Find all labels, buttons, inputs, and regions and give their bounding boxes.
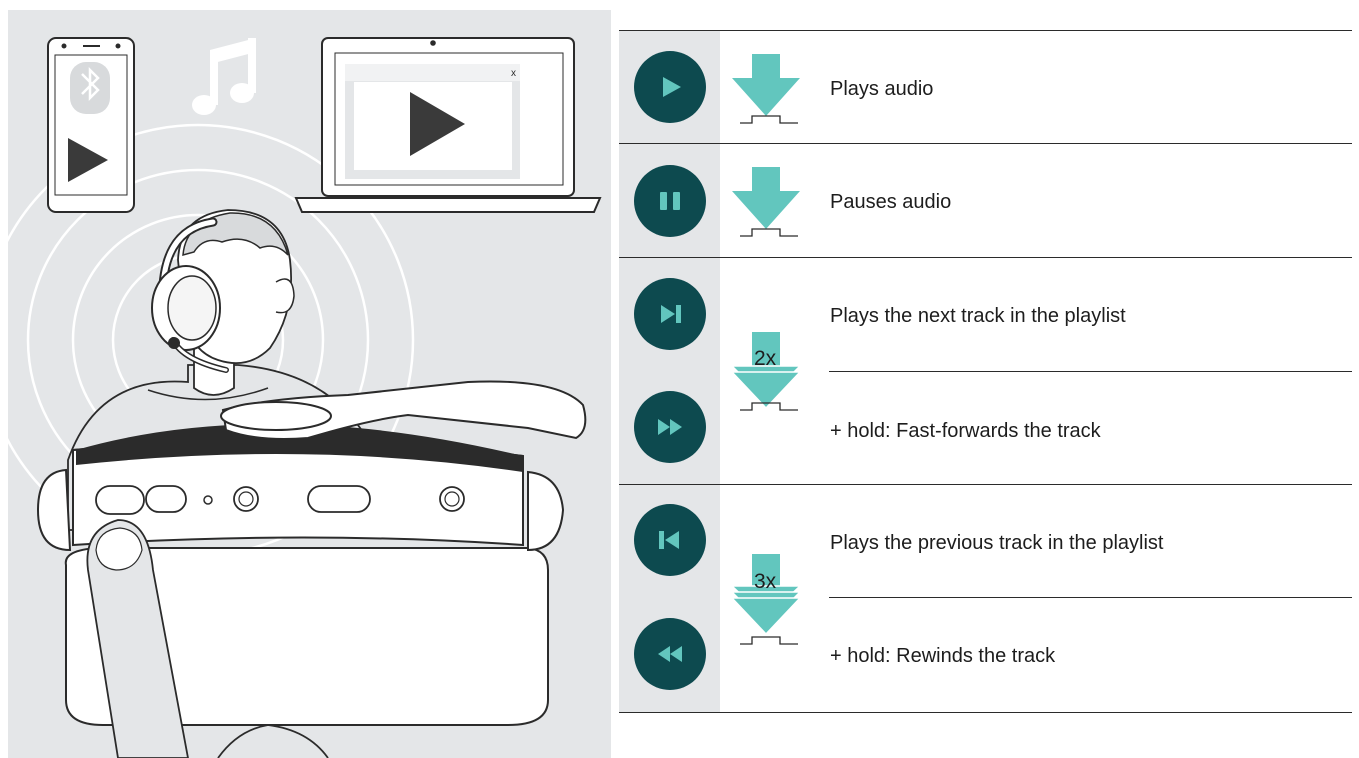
row-divider [619, 30, 1352, 31]
pause-icon [660, 192, 680, 210]
music-note-icon [192, 38, 256, 115]
previous-track-icon [659, 531, 679, 549]
row-divider [619, 257, 1352, 258]
window-close-label: x [511, 68, 516, 79]
play-button [634, 51, 706, 123]
row-description: Pauses audio [830, 191, 952, 213]
single-press-icon [732, 167, 800, 237]
next-track-button [634, 278, 706, 350]
rewind-button [634, 618, 706, 690]
fast-forward-button [634, 391, 706, 463]
row-description: Plays the previous track in the playlist [830, 532, 1164, 554]
single-press-icon [732, 54, 800, 124]
next-track-icon [661, 305, 681, 323]
row-description: + hold: Rewinds the track [830, 645, 1056, 667]
rewind-icon [658, 646, 682, 662]
icon-column [619, 30, 720, 712]
pause-button [634, 165, 706, 237]
row-divider [829, 371, 1352, 372]
row-divider [619, 712, 1352, 713]
illustration-drawing: x [8, 37, 602, 758]
previous-track-button [634, 504, 706, 576]
double-press-count: 2x [754, 347, 777, 370]
row-divider [619, 143, 1352, 144]
row-description: + hold: Fast-forwards the track [830, 420, 1101, 442]
double-press-icon [730, 332, 802, 411]
fast-forward-icon [658, 419, 682, 435]
triple-press-icon [730, 554, 802, 645]
triple-press-count: 3x [754, 570, 777, 593]
play-icon [663, 77, 681, 97]
row-description: Plays audio [830, 78, 934, 100]
row-divider [829, 597, 1352, 598]
row-description: Plays the next track in the playlist [830, 305, 1126, 327]
row-divider [619, 484, 1352, 485]
